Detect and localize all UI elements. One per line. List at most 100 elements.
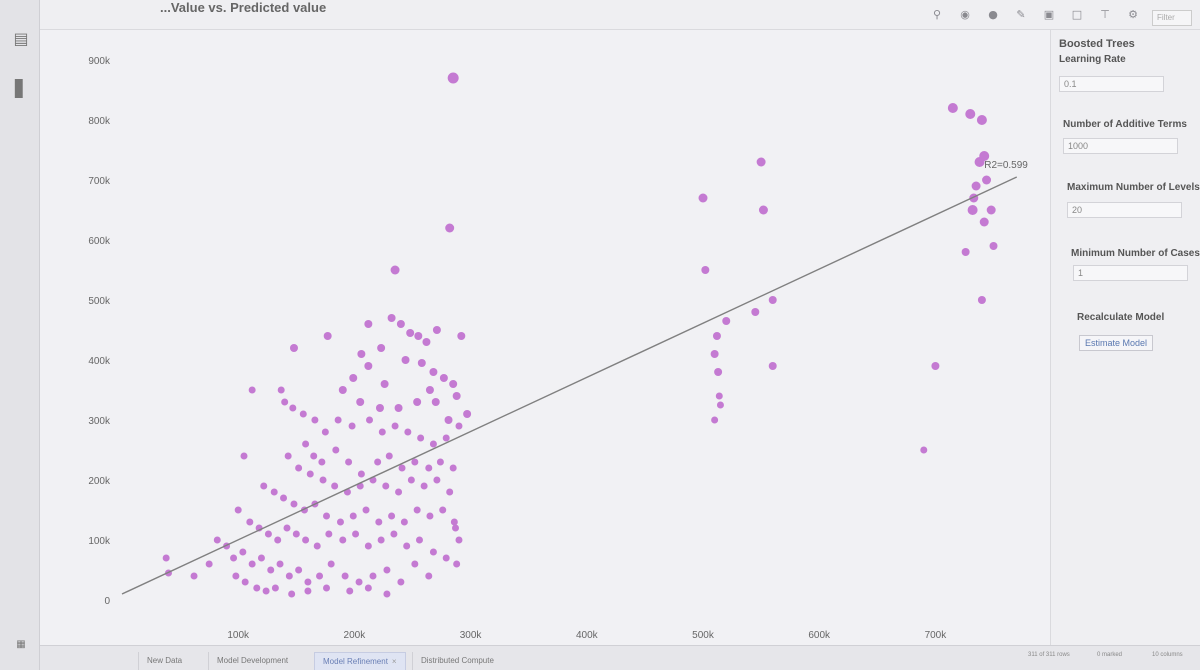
data-point[interactable] [413, 506, 421, 514]
data-point[interactable] [377, 344, 386, 352]
scatter-plot-area[interactable]: R2=0.599 0 100k 200k 300k 400k 500k 600k 700k 80… [40, 30, 1050, 650]
data-point[interactable] [277, 386, 285, 394]
settings-icon[interactable]: ◉ [958, 8, 972, 22]
zoom-icon[interactable]: ▣ [1042, 8, 1056, 22]
data-point[interactable] [325, 530, 333, 538]
data-point[interactable] [457, 332, 466, 340]
data-point[interactable] [190, 572, 198, 580]
data-point[interactable] [455, 422, 463, 430]
data-point[interactable] [383, 566, 391, 574]
record-icon[interactable]: ● [986, 8, 1000, 22]
data-point[interactable] [271, 584, 279, 592]
data-point[interactable] [362, 506, 370, 514]
data-point[interactable] [701, 266, 710, 274]
data-point[interactable] [442, 434, 450, 442]
data-point[interactable] [323, 512, 331, 520]
max-levels-input[interactable]: 20 [1067, 202, 1182, 218]
data-point[interactable] [388, 512, 396, 520]
data-point[interactable] [205, 560, 213, 568]
data-point[interactable] [447, 72, 459, 84]
data-point[interactable] [248, 560, 256, 568]
min-cases-input[interactable]: 1 [1073, 265, 1188, 281]
data-point[interactable] [377, 536, 385, 544]
data-point[interactable] [323, 584, 331, 592]
data-point[interactable] [406, 329, 415, 337]
data-point[interactable] [285, 572, 293, 580]
data-point[interactable] [385, 452, 393, 460]
data-point[interactable] [213, 536, 221, 544]
data-point[interactable] [341, 572, 349, 580]
data-point[interactable] [364, 542, 372, 550]
data-point[interactable] [425, 464, 433, 472]
data-point[interactable] [976, 115, 987, 125]
data-point[interactable] [394, 404, 403, 412]
data-point[interactable] [383, 590, 391, 598]
data-point[interactable] [284, 452, 292, 460]
data-point[interactable] [382, 482, 390, 490]
data-point[interactable] [306, 470, 314, 478]
data-point[interactable] [375, 404, 384, 412]
data-point[interactable] [378, 428, 386, 436]
data-point[interactable] [349, 512, 357, 520]
data-point[interactable] [433, 476, 441, 484]
data-point[interactable] [445, 223, 455, 233]
data-point[interactable] [369, 572, 377, 580]
data-point[interactable] [323, 332, 332, 340]
data-point[interactable] [310, 452, 318, 460]
data-point[interactable] [332, 446, 340, 454]
data-point[interactable] [398, 464, 406, 472]
data-point[interactable] [986, 205, 996, 215]
document-icon[interactable]: ▤ [12, 30, 30, 48]
data-point[interactable] [413, 398, 422, 406]
data-point[interactable] [449, 380, 458, 388]
data-point[interactable] [289, 344, 298, 352]
data-point[interactable] [313, 542, 321, 550]
data-point[interactable] [982, 175, 992, 185]
data-point[interactable] [331, 482, 339, 490]
brush-icon[interactable]: ✎ [1014, 8, 1028, 22]
data-point[interactable] [751, 308, 760, 316]
data-point[interactable] [420, 482, 428, 490]
data-point[interactable] [390, 265, 400, 275]
data-point[interactable] [463, 410, 472, 418]
data-point[interactable] [411, 560, 419, 568]
data-point[interactable] [299, 410, 307, 418]
data-point[interactable] [452, 524, 460, 532]
data-point[interactable] [375, 518, 383, 526]
data-point[interactable] [276, 560, 284, 568]
data-point[interactable] [290, 500, 298, 508]
data-point[interactable] [349, 374, 358, 382]
data-point[interactable] [364, 362, 373, 370]
data-point[interactable] [267, 566, 275, 574]
tab-model-development[interactable]: Model Development [208, 652, 296, 670]
data-point[interactable] [711, 416, 719, 424]
data-point[interactable] [338, 386, 347, 394]
data-point[interactable] [432, 326, 441, 334]
data-point[interactable] [230, 554, 238, 562]
data-point[interactable] [712, 332, 721, 340]
learning-rate-input[interactable]: 0.1 [1059, 76, 1164, 92]
data-point[interactable] [429, 440, 437, 448]
data-point[interactable] [414, 332, 423, 340]
data-point[interactable] [425, 572, 433, 580]
data-point[interactable] [974, 157, 985, 167]
tab-distributed-compute[interactable]: Distributed Compute [412, 652, 502, 670]
data-point[interactable] [714, 368, 723, 376]
data-point[interactable] [257, 554, 265, 562]
data-point[interactable] [346, 587, 354, 595]
data-point[interactable] [260, 482, 268, 490]
data-point[interactable] [442, 554, 450, 562]
tab-new-data[interactable]: New Data [138, 652, 190, 670]
data-point[interactable] [417, 434, 425, 442]
data-point[interactable] [455, 536, 463, 544]
data-point[interactable] [234, 506, 242, 514]
data-point[interactable] [248, 386, 256, 394]
data-point[interactable] [295, 464, 303, 472]
gear-icon[interactable]: ⚙ [1126, 8, 1140, 22]
data-point[interactable] [364, 584, 372, 592]
data-point[interactable] [450, 518, 458, 526]
data-point[interactable] [355, 578, 363, 586]
data-point[interactable] [240, 452, 248, 460]
data-point[interactable] [390, 530, 398, 538]
data-point[interactable] [262, 587, 270, 595]
